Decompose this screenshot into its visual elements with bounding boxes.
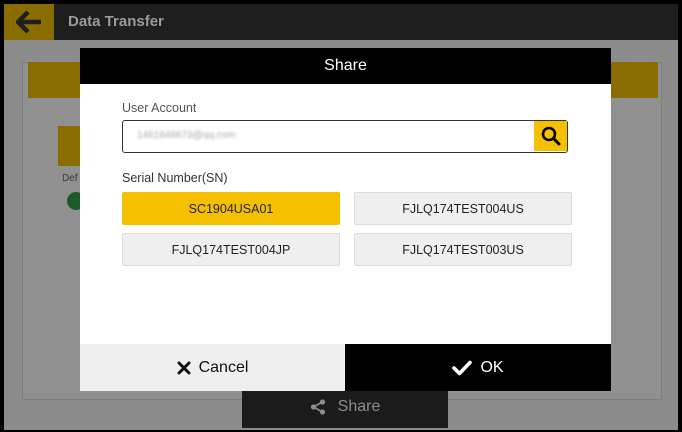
share-button-label: Share — [337, 398, 381, 415]
sn-option-label: FJLQ174TEST003US — [402, 242, 524, 257]
arrow-left-icon — [16, 11, 41, 33]
account-search-input[interactable]: 1461846673@qq.com — [122, 120, 568, 153]
cancel-button[interactable]: Cancel — [80, 344, 345, 391]
user-account-label: User Account — [122, 101, 197, 115]
cancel-label: Cancel — [198, 358, 249, 376]
screen: Data Transfer Def Share Share User Accou… — [4, 4, 678, 430]
ok-button[interactable]: OK — [345, 344, 611, 391]
check-icon — [452, 360, 473, 375]
dialog-title: Share — [324, 57, 367, 74]
sn-option-1[interactable]: SC1904USA01 — [122, 192, 340, 225]
close-icon — [177, 361, 191, 374]
account-email-value: 1461846673@qq.com — [137, 130, 236, 141]
dialog-header: Share — [80, 48, 611, 84]
share-icon — [310, 399, 325, 415]
top-bar: Data Transfer — [4, 4, 678, 40]
page-title: Data Transfer — [68, 13, 164, 30]
ok-label: OK — [480, 358, 504, 376]
back-button[interactable] — [4, 4, 54, 40]
folder-icon — [58, 126, 80, 166]
sn-option-label: FJLQ174TEST004JP — [171, 242, 291, 257]
serial-number-label: Serial Number(SN) — [122, 171, 228, 185]
search-icon — [541, 126, 560, 146]
sn-option-label: FJLQ174TEST004US — [402, 201, 524, 216]
share-button[interactable]: Share — [242, 386, 448, 428]
default-label: Def — [62, 173, 78, 184]
sn-option-4[interactable]: FJLQ174TEST003US — [354, 233, 572, 266]
sn-option-3[interactable]: FJLQ174TEST004JP — [122, 233, 340, 266]
search-button[interactable] — [534, 121, 567, 151]
sn-option-label: SC1904USA01 — [188, 201, 274, 216]
sn-option-2[interactable]: FJLQ174TEST004US — [354, 192, 572, 225]
share-dialog: Share User Account 1461846673@qq.com Ser… — [80, 48, 611, 391]
